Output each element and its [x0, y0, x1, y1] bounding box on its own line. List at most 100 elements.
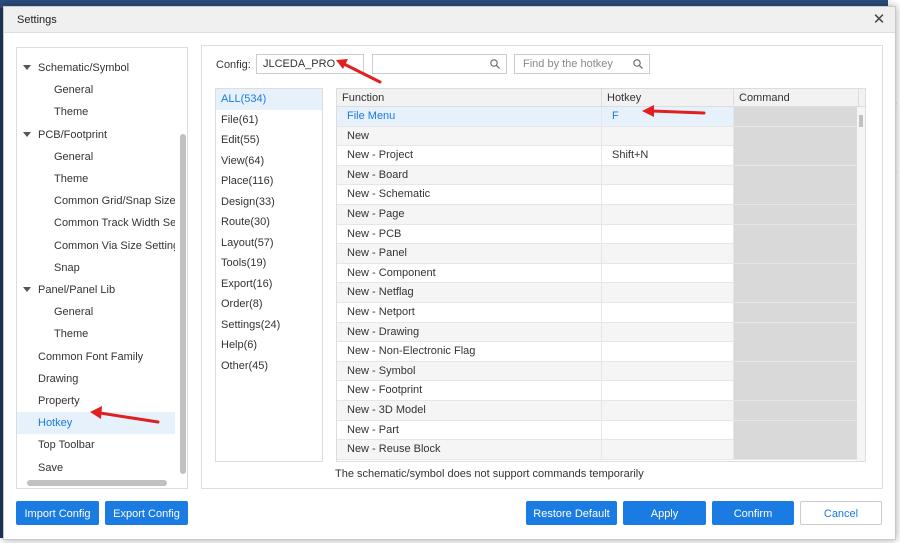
header-function[interactable]: Function	[337, 89, 602, 107]
table-row[interactable]: File Menu F	[337, 107, 865, 127]
hotkey-cell[interactable]	[602, 204, 734, 224]
export-config-button[interactable]: Export Config	[105, 501, 188, 525]
hotkey-cell[interactable]	[602, 244, 734, 264]
hotkey-cell[interactable]	[602, 322, 734, 342]
hotkey-cell[interactable]	[602, 224, 734, 244]
table-header: Function Hotkey Command	[337, 89, 865, 107]
category-item[interactable]: Place(116)	[216, 171, 322, 192]
category-item[interactable]: Help(6)	[216, 335, 322, 356]
close-icon[interactable]: ✕	[871, 12, 887, 28]
tree-item[interactable]: Top Toolbar	[17, 434, 175, 456]
category-item[interactable]: Tools(19)	[216, 253, 322, 274]
tree-item[interactable]: Property	[17, 390, 175, 412]
restore-default-button[interactable]: Restore Default	[526, 501, 617, 525]
tree-item[interactable]: General	[17, 79, 175, 101]
function-search-input[interactable]	[372, 54, 507, 74]
table-scrollbar-thumb[interactable]	[859, 115, 863, 127]
tree-item[interactable]: PCB/Footprint	[17, 124, 175, 146]
tree-item[interactable]: Panel/Panel Lib	[17, 279, 175, 301]
header-hotkey[interactable]: Hotkey	[602, 89, 734, 107]
tree-item[interactable]: Common Track Width Settir	[17, 212, 175, 234]
chevron-down-icon[interactable]	[23, 65, 31, 70]
hotkey-cell[interactable]	[602, 126, 734, 146]
tree-item[interactable]: Theme	[17, 323, 175, 345]
config-select[interactable]: JLCEDA_PRO	[256, 54, 364, 74]
category-item[interactable]: Design(33)	[216, 192, 322, 213]
command-cell	[734, 165, 859, 185]
function-cell: New - Panel	[337, 244, 602, 264]
category-item[interactable]: File(61)	[216, 110, 322, 131]
search-icon[interactable]	[490, 59, 500, 69]
hotkey-cell[interactable]: F	[602, 107, 734, 126]
table-row[interactable]: New - Part	[337, 420, 865, 441]
table-row[interactable]: New - Project Shift+N	[337, 146, 865, 166]
table-scrollbar[interactable]	[857, 107, 865, 461]
header-command[interactable]: Command	[734, 89, 859, 107]
category-item[interactable]: Order(8)	[216, 294, 322, 315]
tree-item[interactable]: Common Font Family	[17, 346, 175, 368]
table-row[interactable]: New - Board	[337, 165, 865, 186]
cancel-button[interactable]: Cancel	[800, 501, 882, 525]
table-row[interactable]: New - Component	[337, 263, 865, 284]
tree-horizontal-scrollbar-thumb[interactable]	[27, 480, 167, 486]
tree-item[interactable]: Schematic/Symbol	[17, 57, 175, 79]
tree-item[interactable]: Drawing	[17, 368, 175, 390]
hotkey-cell[interactable]	[602, 420, 734, 440]
table-row[interactable]: New - Panel	[337, 244, 865, 264]
table-row[interactable]: New - Footprint	[337, 381, 865, 401]
hotkey-cell[interactable]	[602, 361, 734, 381]
table-row[interactable]: New - 3D Model	[337, 400, 865, 421]
table-row[interactable]: New - Drawing	[337, 322, 865, 343]
hotkey-search-input[interactable]: Find by the hotkey	[514, 54, 650, 74]
table-row[interactable]: New - Symbol	[337, 361, 865, 382]
hotkey-cell[interactable]	[602, 342, 734, 362]
tree-item[interactable]: Save	[17, 457, 175, 479]
category-item[interactable]: Route(30)	[216, 212, 322, 233]
tree-item[interactable]: Common Grid/Snap Size Se	[17, 190, 175, 212]
hotkey-cell[interactable]	[602, 302, 734, 322]
table-row[interactable]: New	[337, 126, 865, 147]
tree-vertical-scrollbar[interactable]	[180, 134, 186, 474]
confirm-button[interactable]: Confirm	[712, 501, 794, 525]
table-row[interactable]: New - Non-Electronic Flag	[337, 342, 865, 362]
hotkey-cell[interactable]	[602, 400, 734, 420]
category-item[interactable]: Settings(24)	[216, 315, 322, 336]
tree-item[interactable]: Theme	[17, 101, 175, 123]
hotkey-cell[interactable]	[602, 263, 734, 283]
table-row[interactable]: New - Netport	[337, 302, 865, 323]
hotkey-cell[interactable]: Shift+N	[602, 146, 734, 166]
settings-dialog: Settings ✕ Schematic/Symbol General Theme P…	[3, 6, 896, 540]
category-item[interactable]: Edit(55)	[216, 130, 322, 151]
tree-item[interactable]: Hotkey	[17, 412, 175, 435]
tree-item[interactable]: Snap	[17, 257, 175, 279]
tree-item-label: Save	[38, 461, 64, 474]
table-row[interactable]: New - Page	[337, 204, 865, 225]
hotkey-cell[interactable]	[602, 185, 734, 205]
tree-item[interactable]: Common Via Size Setting	[17, 235, 175, 257]
import-config-button[interactable]: Import Config	[16, 501, 99, 525]
table-row[interactable]: New - Netflag	[337, 283, 865, 303]
category-item[interactable]: View(64)	[216, 151, 322, 172]
hotkey-cell[interactable]	[602, 440, 734, 460]
apply-button[interactable]: Apply	[623, 501, 706, 525]
command-cell	[734, 361, 859, 381]
category-item[interactable]: Layout(57)	[216, 233, 322, 254]
table-row[interactable]: New - Schematic	[337, 185, 865, 205]
table-row[interactable]: New - PCB	[337, 224, 865, 245]
category-item[interactable]: Other(45)	[216, 356, 322, 377]
chevron-down-icon[interactable]	[23, 131, 31, 137]
hotkey-cell[interactable]	[602, 283, 734, 303]
hotkey-cell[interactable]	[602, 381, 734, 401]
hotkey-cell[interactable]	[602, 165, 734, 185]
search-icon[interactable]	[633, 59, 643, 69]
category-item[interactable]: ALL(534)	[216, 89, 322, 110]
tree-item[interactable]: Theme	[17, 168, 175, 190]
tree-item[interactable]: General	[17, 146, 175, 168]
dialog-title: Settings	[17, 14, 57, 26]
tree-horizontal-scrollbar[interactable]	[19, 480, 179, 486]
chevron-down-icon[interactable]	[23, 287, 31, 292]
command-cell	[734, 126, 859, 146]
category-item[interactable]: Export(16)	[216, 274, 322, 295]
table-row[interactable]: New - Reuse Block	[337, 440, 865, 460]
tree-item[interactable]: General	[17, 301, 175, 323]
